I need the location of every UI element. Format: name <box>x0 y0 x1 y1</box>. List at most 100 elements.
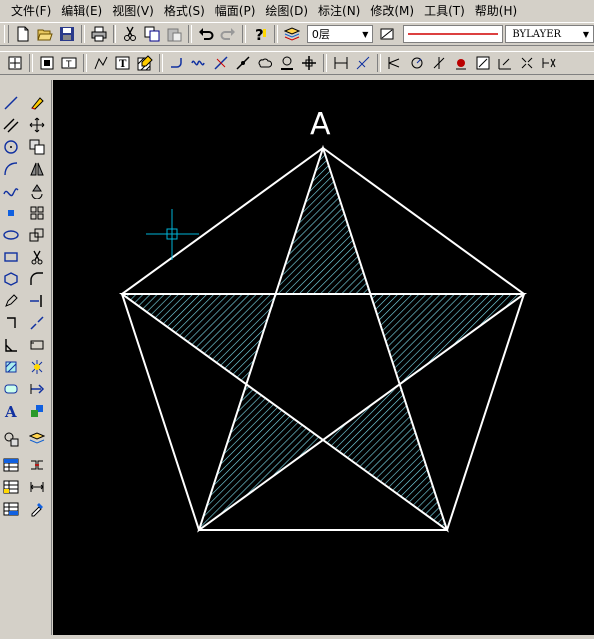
standard-toolbar: ? 0层 ▼ BYLAYER ▼ <box>0 22 594 46</box>
cloud-icon[interactable] <box>254 52 276 74</box>
move-arrows-icon[interactable] <box>26 114 48 136</box>
paste-icon[interactable] <box>163 23 185 45</box>
dim-continue-icon[interactable] <box>516 52 538 74</box>
layer-icon[interactable] <box>281 23 303 45</box>
dim-angular-icon[interactable] <box>384 52 406 74</box>
menu-modify[interactable]: 修改(M) <box>365 2 419 19</box>
menu-view[interactable]: 视图(V) <box>107 2 159 19</box>
chevron-down-icon: ▼ <box>582 29 590 39</box>
fillet-arc-icon[interactable] <box>26 268 48 290</box>
left-toolbars: A <box>0 80 52 635</box>
fillet-icon[interactable] <box>166 52 188 74</box>
polygon-icon[interactable] <box>0 268 22 290</box>
undo-icon[interactable] <box>195 23 217 45</box>
layer-dropdown[interactable]: 0层 ▼ <box>306 25 374 43</box>
ellipse-icon[interactable] <box>0 224 22 246</box>
drawing-canvas[interactable]: A <box>53 80 594 635</box>
scissors-icon[interactable] <box>26 246 48 268</box>
crosshair-cursor <box>146 209 199 260</box>
save-icon[interactable] <box>56 23 78 45</box>
explode-icon[interactable] <box>26 356 48 378</box>
cut-icon[interactable] <box>119 23 141 45</box>
menu-dimension[interactable]: 标注(N) <box>313 2 365 19</box>
break-icon[interactable] <box>232 52 254 74</box>
block-icon[interactable] <box>276 52 298 74</box>
dim-diameter-icon[interactable] <box>428 52 450 74</box>
angle-icon[interactable] <box>0 334 22 356</box>
svg-text:A: A <box>4 403 17 419</box>
array-icon[interactable] <box>26 202 48 224</box>
menu-draw[interactable]: 绘图(D) <box>260 2 313 19</box>
hatch-box-icon[interactable] <box>0 356 22 378</box>
svg-text:T: T <box>65 60 72 70</box>
new-file-icon[interactable] <box>12 23 34 45</box>
extend-icon[interactable] <box>26 290 48 312</box>
table3-icon[interactable] <box>0 498 22 520</box>
menu-file[interactable]: 文件(F) <box>6 2 56 19</box>
dim-radius-icon[interactable] <box>406 52 428 74</box>
layer-change-icon[interactable] <box>26 400 48 422</box>
spline-icon[interactable] <box>0 180 22 202</box>
dim-baseline-icon[interactable] <box>494 52 516 74</box>
open-folder-icon[interactable] <box>34 23 56 45</box>
break-line-icon[interactable] <box>26 312 48 334</box>
linetype-icon[interactable] <box>377 23 399 45</box>
text-edit-icon[interactable]: T <box>112 52 134 74</box>
eraser-icon[interactable] <box>26 92 48 114</box>
menu-layout[interactable]: 幅面(P) <box>210 2 261 19</box>
pencil-icon[interactable] <box>0 290 22 312</box>
menu-help[interactable]: 帮助(H) <box>470 2 522 19</box>
dim-leader-icon[interactable] <box>472 52 494 74</box>
vertex-label-a: A <box>310 107 331 142</box>
menu-format[interactable]: 格式(S) <box>159 2 210 19</box>
linetype-dropdown[interactable]: BYLAYER ▼ <box>505 25 594 43</box>
align-icon[interactable] <box>26 378 48 400</box>
polyline-edit-icon[interactable] <box>90 52 112 74</box>
rectangle-icon[interactable] <box>0 246 22 268</box>
measure-icon[interactable] <box>26 476 48 498</box>
text-icon[interactable]: A <box>0 400 22 422</box>
svg-text:T: T <box>119 59 127 70</box>
zoom-window-icon[interactable] <box>4 52 26 74</box>
copy-objects-icon[interactable] <box>26 136 48 158</box>
dim-edit-icon[interactable] <box>538 52 560 74</box>
toolbar-grip[interactable] <box>4 25 9 43</box>
double-line-icon[interactable] <box>0 114 22 136</box>
text-style-icon[interactable]: T <box>58 52 80 74</box>
join-icon[interactable] <box>26 454 48 476</box>
layer-props-icon[interactable] <box>26 428 48 450</box>
print-icon[interactable] <box>88 23 110 45</box>
region-icon[interactable] <box>0 378 22 400</box>
rotate-icon[interactable] <box>26 180 48 202</box>
eyedropper-icon[interactable] <box>26 498 48 520</box>
arc-icon[interactable] <box>0 158 22 180</box>
table-icon[interactable] <box>0 454 22 476</box>
move-icon[interactable] <box>298 52 320 74</box>
hatched-point-left <box>122 294 277 385</box>
stretch-icon[interactable] <box>26 334 48 356</box>
bracket-icon[interactable] <box>0 312 22 334</box>
dim-ordinate-icon[interactable] <box>450 52 472 74</box>
dim-linear-icon[interactable] <box>330 52 352 74</box>
wave-icon[interactable] <box>188 52 210 74</box>
chevron-down-icon: ▼ <box>362 29 369 39</box>
menu-tools[interactable]: 工具(T) <box>419 2 470 19</box>
color-line-dropdown[interactable] <box>403 25 504 43</box>
point-icon[interactable] <box>0 202 22 224</box>
hatch-edit-icon[interactable] <box>134 52 156 74</box>
line-icon[interactable] <box>0 92 22 114</box>
trim-icon[interactable] <box>210 52 232 74</box>
table2-icon[interactable] <box>0 476 22 498</box>
hatched-point-bottom-right <box>323 385 447 530</box>
hatched-point-bottom-left <box>199 385 323 530</box>
mirror-icon[interactable] <box>26 158 48 180</box>
circle-icon[interactable] <box>0 136 22 158</box>
scale-icon[interactable] <box>26 224 48 246</box>
help-icon[interactable]: ? <box>249 23 271 45</box>
menu-edit[interactable]: 编辑(E) <box>56 2 107 19</box>
zoom-all-icon[interactable] <box>36 52 58 74</box>
insert-icon[interactable] <box>0 428 22 450</box>
redo-icon[interactable] <box>217 23 239 45</box>
dim-aligned-icon[interactable] <box>352 52 374 74</box>
copy-icon[interactable] <box>141 23 163 45</box>
